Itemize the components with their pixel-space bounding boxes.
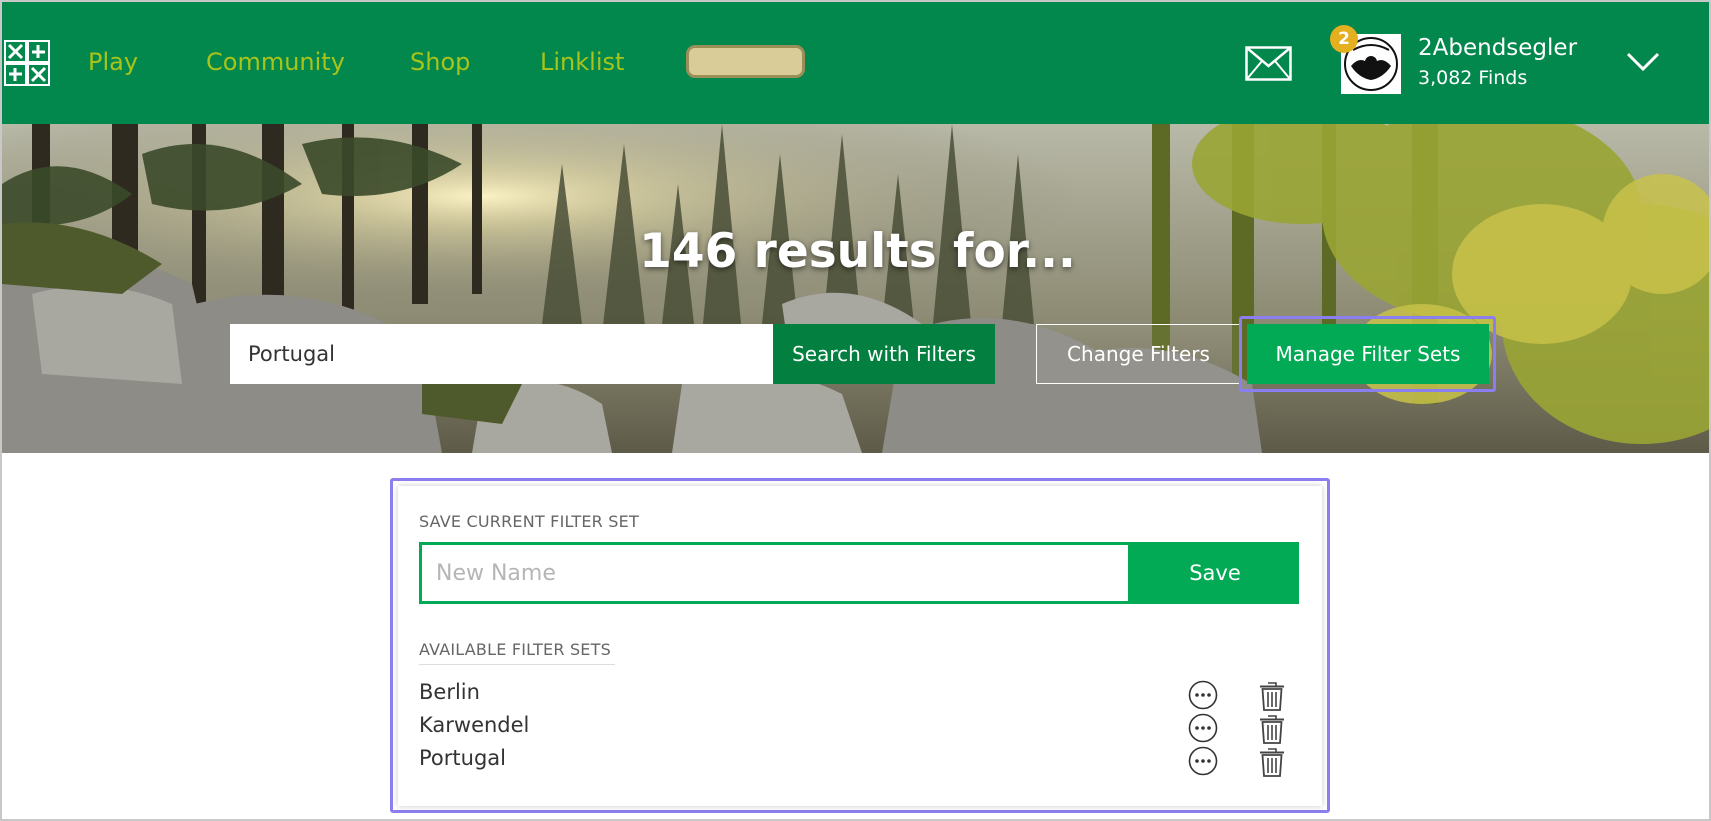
list-item: Berlin bbox=[419, 680, 1299, 712]
nav-link-shop[interactable]: Shop bbox=[410, 44, 470, 80]
forest-background-image bbox=[2, 124, 1709, 453]
notification-badge[interactable]: 2 bbox=[1330, 25, 1358, 53]
more-options-icon[interactable] bbox=[1188, 713, 1218, 743]
trash-icon[interactable] bbox=[1259, 746, 1285, 778]
more-options-icon[interactable] bbox=[1188, 680, 1218, 710]
save-filter-set-heading: SAVE CURRENT FILTER SET bbox=[419, 512, 639, 531]
list-item: Karwendel bbox=[419, 713, 1299, 745]
manage-filter-sets-button[interactable]: Manage Filter Sets bbox=[1247, 324, 1489, 384]
finds-count: 3,082 Finds bbox=[1418, 67, 1528, 89]
nav-upgrade-pill[interactable] bbox=[686, 45, 805, 78]
available-filter-sets-heading: AVAILABLE FILTER SETS bbox=[419, 640, 611, 659]
filter-set-name[interactable]: Karwendel bbox=[419, 713, 529, 737]
search-input[interactable] bbox=[230, 324, 773, 384]
nav-link-play[interactable]: Play bbox=[88, 44, 138, 80]
top-navigation: Play Community Shop Linklist 2 2Abendseg… bbox=[2, 2, 1709, 124]
save-filter-set-button[interactable]: Save bbox=[1131, 542, 1299, 604]
username[interactable]: 2Abendsegler bbox=[1418, 35, 1577, 61]
search-with-filters-button[interactable]: Search with Filters bbox=[773, 324, 995, 384]
geocaching-logo-icon[interactable] bbox=[4, 40, 50, 86]
change-filters-button[interactable]: Change Filters bbox=[1036, 324, 1241, 384]
browser-page: Play Community Shop Linklist 2 2Abendseg… bbox=[0, 0, 1711, 821]
trash-icon[interactable] bbox=[1259, 680, 1285, 712]
more-options-icon[interactable] bbox=[1188, 746, 1218, 776]
nav-link-community[interactable]: Community bbox=[206, 44, 345, 80]
list-item: Portugal bbox=[419, 746, 1299, 778]
filter-set-name[interactable]: Berlin bbox=[419, 680, 480, 704]
heading-divider bbox=[419, 664, 615, 665]
trash-icon[interactable] bbox=[1259, 713, 1285, 745]
chevron-down-icon[interactable] bbox=[1626, 51, 1660, 73]
filter-set-name-input[interactable] bbox=[419, 542, 1131, 604]
nav-link-linklist[interactable]: Linklist bbox=[540, 44, 624, 80]
results-heading: 146 results for... bbox=[639, 224, 1076, 279]
mail-icon[interactable] bbox=[1245, 46, 1292, 81]
filter-set-name[interactable]: Portugal bbox=[419, 746, 506, 770]
hero-banner: 146 results for... Search with Filters C… bbox=[2, 124, 1709, 453]
